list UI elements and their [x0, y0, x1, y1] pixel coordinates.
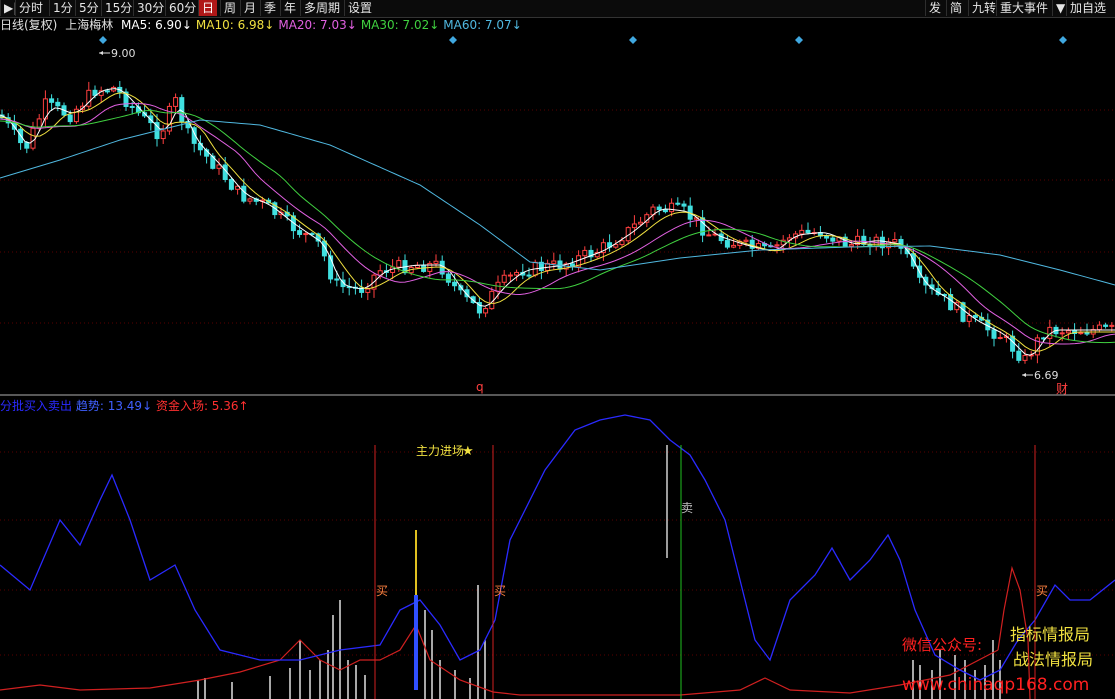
- buy-signal-3: 买: [1036, 584, 1048, 598]
- toolbar-multi-button[interactable]: 多周期: [300, 0, 340, 16]
- watermark-brand-1: 指标情报局: [1010, 625, 1090, 644]
- ma-values: MA5: 6.90↓ MA10: 6.98↓ MA20: 7.03↓ MA30: 7.…: [121, 18, 526, 32]
- star-icon: ★: [462, 444, 474, 459]
- toolbar-fa-button[interactable]: 发: [925, 0, 941, 16]
- fund-label: 资金入场: 5.36: [155, 399, 239, 413]
- sell-signal: 卖: [681, 501, 693, 515]
- watermark-brand-2: 战法情报局: [1013, 650, 1093, 669]
- period-toolbar: ▶| 分时 1分 5分 15分 30分 60分日周月季年多周期 设置发简九转 重大事件 ▼ 加自选: [0, 0, 1115, 18]
- indicator-trend-value: 趋势: 13.49↓: [76, 399, 152, 413]
- chart-canvas[interactable]: 9.00 6.69 q 财 主力进场 ★ 买 买 买 卖 微信公众号: 指标情报…: [0, 0, 1115, 699]
- trend-arrow-icon: ↓: [142, 399, 153, 413]
- buy-signal-2: 买: [494, 584, 506, 598]
- indicator-legend: 分批买入卖出 趋势: 13.49↓ 资金入场: 5.36↑: [0, 398, 249, 414]
- toolbar-season-button[interactable]: 季: [260, 0, 276, 16]
- toolbar-addfav-button[interactable]: 加自选: [1066, 0, 1106, 16]
- toolbar-dropdown-button[interactable]: ▼: [1052, 0, 1065, 16]
- indicator-name[interactable]: 分批买入卖出: [0, 399, 72, 413]
- low-price-label: 6.69: [1034, 369, 1059, 382]
- ma-value-4: MA60: 7.07↓: [443, 18, 522, 32]
- event-markers: [99, 36, 1067, 44]
- toolbar-1m-button[interactable]: 1分: [49, 0, 73, 16]
- toolbar-5m-button[interactable]: 5分: [75, 0, 99, 16]
- fund-arrow-icon: ↑: [238, 399, 249, 413]
- q-marker[interactable]: q: [476, 380, 484, 394]
- high-annotation: 9.00: [99, 47, 136, 60]
- signal-lines: [374, 445, 1036, 699]
- toolbar-15m-button[interactable]: 15分: [101, 0, 132, 16]
- toolbar-month-button[interactable]: 月: [240, 0, 256, 16]
- period-label: 日线(复权): [0, 18, 58, 32]
- candlestick-series: [0, 80, 1115, 364]
- toolbar-60m-button[interactable]: 60分: [165, 0, 196, 16]
- toolbar-day-button[interactable]: 日: [198, 0, 218, 16]
- ma-value-1: MA10: 6.98↓: [195, 18, 275, 32]
- ma-value-2: MA20: 7.03↓: [278, 18, 357, 32]
- toolbar-events-button[interactable]: 重大事件: [996, 0, 1048, 16]
- fund-line: [0, 623, 999, 696]
- ma-value-3: MA30: 7.02↓: [360, 18, 440, 32]
- stock-name[interactable]: 上海梅林: [65, 18, 113, 32]
- buy-signal-1: 买: [376, 584, 388, 598]
- ma-legend: 日线(复权) 上海梅林 MA5: 6.90↓ MA10: 6.98↓ MA20: 7…: [0, 17, 526, 34]
- fund-spike: [997, 565, 1031, 699]
- toolbar-jian-button[interactable]: 简: [946, 0, 962, 16]
- trend-line: [0, 414, 1115, 681]
- fund-bars: [197, 585, 1001, 699]
- ma-value-0: MA5: 6.90↓: [121, 18, 192, 32]
- toolbar-30m-button[interactable]: 30分: [133, 0, 164, 16]
- trend-label: 趋势: 13.49: [75, 399, 143, 413]
- high-price-label: 9.00: [111, 47, 136, 60]
- indicator-fund-value: 资金入场: 5.36↑: [156, 399, 249, 413]
- watermark-url: www.chinaqp168.com: [902, 675, 1089, 695]
- finance-marker[interactable]: 财: [1056, 382, 1068, 396]
- low-annotation: 6.69: [1022, 369, 1059, 382]
- main-force-label: 主力进场: [416, 444, 464, 458]
- toolbar-week-button[interactable]: 周: [220, 0, 236, 16]
- toolbar-jiuzhuan-button[interactable]: 九转: [968, 0, 996, 16]
- watermark-wechat: 微信公众号:: [902, 636, 982, 654]
- toolbar-settings-button[interactable]: 设置: [344, 0, 372, 16]
- toolbar-year-button[interactable]: 年: [280, 0, 296, 16]
- ma-lines: [0, 88, 1115, 356]
- toolbar-fenshi-button[interactable]: 分时: [15, 0, 43, 16]
- price-grid: [0, 109, 1115, 656]
